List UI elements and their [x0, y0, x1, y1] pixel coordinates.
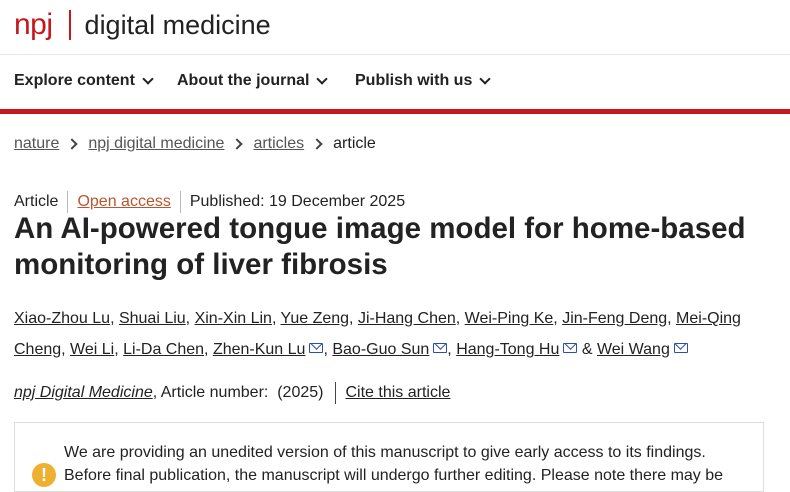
nav-label: Explore content	[14, 72, 135, 89]
citation-divider	[335, 382, 337, 404]
chevron-down-icon	[316, 73, 329, 85]
nav-divider	[0, 109, 790, 114]
citation-line: npj Digital Medicine , Article number: (…	[14, 382, 450, 404]
published-date: Published: 19 December 2025	[189, 193, 406, 210]
warning-icon: !	[32, 463, 56, 487]
author-link[interactable]: Li-Da Chen	[123, 341, 204, 358]
nav-about-journal[interactable]: About the journal	[177, 72, 329, 90]
unedited-notice: ! We are providing an unedited version o…	[14, 422, 764, 492]
journal-link[interactable]: npj Digital Medicine	[14, 384, 153, 402]
cite-this-article-link[interactable]: Cite this article	[345, 384, 450, 402]
chevron-right-icon	[231, 138, 244, 150]
breadcrumb: nature npj digital medicine articles art…	[14, 135, 376, 153]
author-link[interactable]: Wei Li	[70, 341, 114, 358]
nav-label: About the journal	[177, 72, 310, 89]
nav-label: Publish with us	[355, 72, 473, 89]
mail-icon[interactable]	[563, 343, 578, 353]
author-link[interactable]: Wei Wang	[597, 341, 670, 358]
author-list: Xiao-Zhou Lu, Shuai Liu, Xin-Xin Lin, Yu…	[14, 310, 741, 358]
author-link[interactable]: Jin-Feng Deng	[562, 310, 667, 327]
chevron-down-icon	[142, 73, 154, 85]
author-link[interactable]: Bao-Guo Sun	[332, 341, 429, 358]
mail-icon[interactable]	[673, 343, 688, 353]
logo-npj: npj	[14, 8, 53, 41]
open-access-link[interactable]: Open access	[77, 193, 170, 211]
chevron-down-icon	[479, 73, 492, 85]
meta-divider	[67, 191, 69, 213]
author-link[interactable]: Zhen-Kun Lu	[213, 341, 306, 358]
mail-icon[interactable]	[433, 343, 448, 353]
journal-logo[interactable]: npj digital medicine	[14, 8, 271, 42]
authors-and: &	[581, 341, 593, 358]
author-link[interactable]: Xin-Xin Lin	[195, 310, 272, 327]
breadcrumb-journal[interactable]: npj digital medicine	[88, 135, 224, 153]
article-number: , Article number: (2025)	[152, 384, 324, 401]
author-link[interactable]: Wei-Ping Ke	[465, 310, 554, 327]
logo-divider	[68, 10, 71, 40]
meta-divider	[179, 191, 181, 213]
breadcrumb-current: article	[333, 135, 376, 152]
main-nav: Explore content About the journal Publis…	[0, 54, 790, 110]
chevron-right-icon	[311, 138, 323, 150]
author-link[interactable]: Hang-Tong Hu	[456, 341, 559, 358]
author-link[interactable]: Shuai Liu	[119, 310, 186, 327]
breadcrumb-nature[interactable]: nature	[14, 135, 59, 153]
author-link[interactable]: Ji-Hang Chen	[358, 310, 456, 327]
chevron-right-icon	[66, 138, 79, 150]
article-type: Article	[14, 193, 59, 210]
article-meta: Article Open access Published: 19 Decemb…	[14, 191, 405, 213]
mail-icon[interactable]	[309, 343, 324, 353]
author-link[interactable]: Xiao-Zhou Lu	[14, 310, 110, 327]
breadcrumb-articles[interactable]: articles	[253, 135, 304, 153]
article-title: An AI-powered tongue image model for hom…	[14, 212, 746, 281]
notice-text: We are providing an unedited version of …	[64, 444, 724, 484]
author-link[interactable]: Yue Zeng	[281, 310, 350, 327]
logo-journal-name: digital medicine	[84, 9, 271, 40]
nav-publish-with-us[interactable]: Publish with us	[355, 72, 492, 90]
site-header: npj digital medicine	[0, 0, 790, 55]
nav-explore-content[interactable]: Explore content	[14, 72, 154, 90]
